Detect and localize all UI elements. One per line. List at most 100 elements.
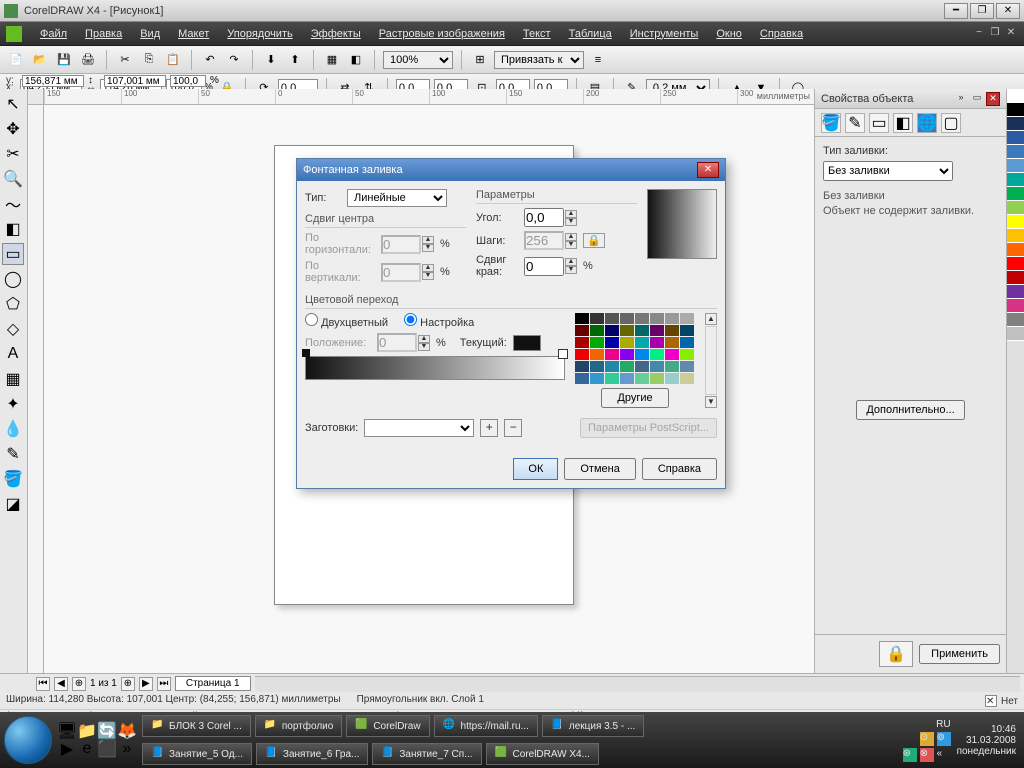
taskbar-window-button[interactable]: 🟩CorelDRAW X4...	[486, 743, 599, 765]
color-swatch[interactable]	[605, 349, 619, 360]
advanced-button[interactable]: Дополнительно...	[856, 400, 964, 420]
color-swatch[interactable]	[650, 313, 664, 324]
angle-input[interactable]	[524, 208, 564, 227]
color-swatch[interactable]	[635, 361, 649, 372]
horizontal-scrollbar[interactable]	[255, 676, 1020, 692]
apply-button[interactable]: Применить	[919, 644, 1000, 664]
tab-outline[interactable]: ✎	[845, 113, 865, 133]
page-first-button[interactable]: ⏮	[36, 677, 50, 691]
color-swatch[interactable]	[590, 349, 604, 360]
color-swatch[interactable]	[605, 325, 619, 336]
menu-tools[interactable]: Инструменты	[622, 26, 707, 42]
edge-input[interactable]	[524, 257, 564, 276]
menu-arrange[interactable]: Упорядочить	[219, 26, 300, 42]
shape-tool[interactable]: ✥	[2, 118, 24, 140]
doc-minimize-button[interactable]: −	[972, 27, 986, 41]
menu-bitmaps[interactable]: Растровые изображения	[371, 26, 513, 42]
basic-shapes-tool[interactable]: ◇	[2, 318, 24, 340]
smart-fill-tool[interactable]: ◧	[2, 218, 24, 240]
gradient-editor[interactable]	[305, 356, 565, 380]
doc-close-button[interactable]: ✕	[1004, 27, 1018, 41]
swatch-scroll-up[interactable]: ▲	[705, 313, 717, 325]
panel-expand-button[interactable]: »	[954, 92, 968, 106]
palette-swatch[interactable]	[1007, 327, 1024, 341]
rectangle-tool[interactable]: ▭	[2, 243, 24, 265]
zoom-tool[interactable]: 🔍	[2, 168, 24, 190]
palette-swatch[interactable]	[1007, 103, 1024, 117]
maximize-button[interactable]: ❐	[970, 3, 994, 19]
taskbar-window-button[interactable]: 📘Занятие_7 Сп...	[372, 743, 481, 765]
welcome-button[interactable]: ◧	[346, 50, 366, 70]
color-swatch[interactable]	[590, 313, 604, 324]
color-swatch[interactable]	[665, 361, 679, 372]
palette-swatch[interactable]	[1007, 159, 1024, 173]
ql-cmd-icon[interactable]: ⬛	[98, 740, 116, 758]
taskbar-window-button[interactable]: 🟩CorelDraw	[346, 715, 429, 737]
color-swatch[interactable]	[680, 337, 694, 348]
tray-chevron-icon[interactable]: «	[937, 748, 951, 762]
panel-menu-button[interactable]: ▭	[970, 92, 984, 106]
angle-down[interactable]: ▼	[565, 218, 577, 226]
taskbar-window-button[interactable]: 📘Занятие_5 Од...	[142, 743, 252, 765]
color-swatch[interactable]	[620, 349, 634, 360]
color-swatch[interactable]	[665, 373, 679, 384]
palette-swatch[interactable]	[1007, 215, 1024, 229]
dialog-close-button[interactable]: ✕	[697, 162, 719, 178]
page-add-before-button[interactable]: ⊕	[72, 677, 86, 691]
ql-switch-icon[interactable]: 🔄	[98, 722, 116, 740]
color-swatch[interactable]	[680, 373, 694, 384]
color-swatch[interactable]	[650, 361, 664, 372]
snap-icon[interactable]: ⊞	[470, 50, 490, 70]
tab-rect[interactable]: ▭	[869, 113, 889, 133]
color-swatch[interactable]	[635, 325, 649, 336]
color-swatch[interactable]	[635, 349, 649, 360]
color-swatch[interactable]	[605, 313, 619, 324]
color-swatch[interactable]	[665, 325, 679, 336]
tray-icon-4[interactable]: ⊗	[920, 748, 934, 762]
menu-window[interactable]: Окно	[708, 26, 750, 42]
palette-swatch[interactable]	[1007, 271, 1024, 285]
palette-swatch[interactable]	[1007, 145, 1024, 159]
color-swatch[interactable]	[575, 373, 589, 384]
table-tool[interactable]: ▦	[2, 368, 24, 390]
color-swatch[interactable]	[650, 325, 664, 336]
color-swatch[interactable]	[620, 337, 634, 348]
tab-general[interactable]: ▢	[941, 113, 961, 133]
taskbar-window-button[interactable]: 📁БЛОК 3 Corel ...	[142, 715, 251, 737]
ruler-origin[interactable]	[28, 89, 44, 105]
palette-swatch[interactable]	[1007, 243, 1024, 257]
text-tool[interactable]: A	[2, 343, 24, 365]
menu-effects[interactable]: Эффекты	[303, 26, 369, 42]
tab-web[interactable]: 🌐	[917, 113, 937, 133]
doc-restore-button[interactable]: ❐	[988, 27, 1002, 41]
ql-chevron-icon[interactable]: »	[118, 740, 136, 758]
panel-close-button[interactable]: ✕	[986, 92, 1000, 106]
interactive-fill-tool[interactable]: ◪	[2, 493, 24, 515]
two-color-radio[interactable]: Двухцветный	[305, 313, 388, 329]
help-button[interactable]: Справка	[642, 458, 717, 480]
color-swatch[interactable]	[590, 361, 604, 372]
export-button[interactable]: ⬆	[285, 50, 305, 70]
taskbar-window-button[interactable]: 📘Занятие_6 Гра...	[256, 743, 368, 765]
taskbar-window-button[interactable]: 📁портфолио	[255, 715, 342, 737]
palette-swatch[interactable]	[1007, 201, 1024, 215]
page-tab[interactable]: Страница 1	[175, 676, 251, 691]
preset-remove-button[interactable]: −	[504, 419, 522, 437]
color-swatch[interactable]	[590, 325, 604, 336]
dialog-titlebar[interactable]: Фонтанная заливка ✕	[297, 159, 725, 181]
horizontal-ruler[interactable]: 15010050050100150200250300 миллиметры	[44, 89, 814, 105]
cut-button[interactable]: ✂	[115, 50, 135, 70]
zoom-select[interactable]: 100%	[383, 51, 453, 69]
color-swatch[interactable]	[635, 337, 649, 348]
color-swatch[interactable]	[575, 349, 589, 360]
color-swatch[interactable]	[680, 313, 694, 324]
color-swatch[interactable]	[620, 313, 634, 324]
other-colors-button[interactable]: Другие	[601, 388, 668, 408]
palette-swatch[interactable]	[1007, 117, 1024, 131]
app-launcher-button[interactable]: ▦	[322, 50, 342, 70]
outline-tool[interactable]: ✎	[2, 443, 24, 465]
menu-edit[interactable]: Правка	[77, 26, 130, 42]
open-button[interactable]: 📂	[30, 50, 50, 70]
options-button[interactable]: ≡	[588, 50, 608, 70]
height-input[interactable]	[104, 75, 166, 87]
